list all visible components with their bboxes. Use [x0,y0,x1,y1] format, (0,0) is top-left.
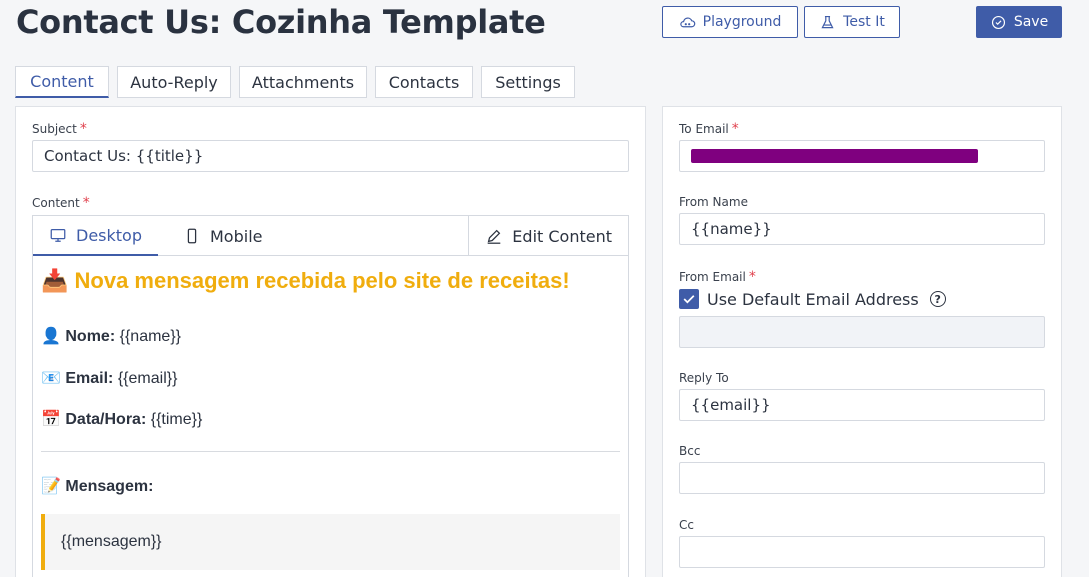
to-email-input[interactable] [679,140,1045,172]
preview-heading: 📥 Nova mensagem recebida pelo site de re… [41,268,570,293]
test-it-label: Test It [843,14,885,30]
test-it-button[interactable]: Test It [804,6,900,38]
desktop-icon [50,228,66,242]
preview-name-line: 👤 Nome: {{name}} [41,328,181,345]
preview-email-line: 📧 Email: {{email}} [41,370,178,387]
preview-message-quote: {{mensagem}} [41,514,620,570]
help-icon[interactable]: ? [929,291,946,307]
save-label: Save [1013,14,1049,30]
flask-icon [821,15,834,28]
edit-content-label: Edit Content [512,226,612,246]
main-tabs: Content Auto-Reply Attachments Contacts … [15,66,575,98]
preview-message-label: 📝 Mensagem: [41,478,154,495]
check-circle-icon [991,15,1005,29]
checkbox-checked[interactable] [679,289,699,309]
mobile-icon [187,228,197,244]
from-name-label: From Name [679,195,748,209]
reply-to-input[interactable]: {{email}} [679,389,1045,421]
bcc-input[interactable] [679,462,1045,494]
bcc-label: Bcc [679,444,701,458]
redacted-email [691,149,978,163]
check-icon [683,295,695,304]
divider [41,451,620,452]
tab-mobile-label: Mobile [210,226,263,246]
required-marker: * [731,121,739,137]
pencil-icon [487,229,501,244]
from-name-input[interactable]: {{name}} [679,213,1045,245]
subject-input[interactable]: Contact Us: {{title}} [32,140,629,172]
content-label: Content * [32,195,90,211]
tab-desktop[interactable]: Desktop [33,216,158,256]
preview-date-line: 📅 Data/Hora: {{time}} [41,411,203,428]
cc-input[interactable] [679,536,1045,568]
edit-content-button[interactable]: Edit Content [468,216,628,256]
tab-attachments[interactable]: Attachments [239,66,367,98]
playground-button[interactable]: Playground [662,6,798,38]
tab-content[interactable]: Content [15,66,109,98]
from-email-input[interactable] [679,316,1045,348]
playground-label: Playground [702,14,782,30]
settings-panel: To Email * From Name {{name}} From Email *… [662,106,1062,577]
content-panel: Subject * Contact Us: {{title}} Content * … [15,106,646,577]
reply-to-label: Reply To [679,371,729,385]
tab-settings[interactable]: Settings [481,66,575,98]
cloud-icon [679,17,695,27]
required-marker: * [82,195,90,211]
from-email-label: From Email * [679,269,756,285]
to-email-label: To Email * [679,121,739,137]
cc-label: Cc [679,518,694,532]
required-marker: * [748,269,756,285]
page-title: Contact Us: Cozinha Template [16,3,546,41]
required-marker: * [79,121,87,137]
tab-desktop-label: Desktop [76,225,142,245]
tab-auto-reply[interactable]: Auto-Reply [117,66,231,98]
content-editor: Desktop Mobile Edit Content 📥 Nova mensa… [32,215,629,577]
subject-label: Subject * [32,121,87,137]
editor-tabs: Desktop Mobile Edit Content [33,216,628,256]
save-button[interactable]: Save [976,6,1062,38]
tab-contacts[interactable]: Contacts [375,66,473,98]
tab-mobile[interactable]: Mobile [183,216,262,256]
use-default-label: Use Default Email Address [707,289,919,309]
use-default-email-checkbox[interactable]: Use Default Email Address ? [679,289,946,309]
